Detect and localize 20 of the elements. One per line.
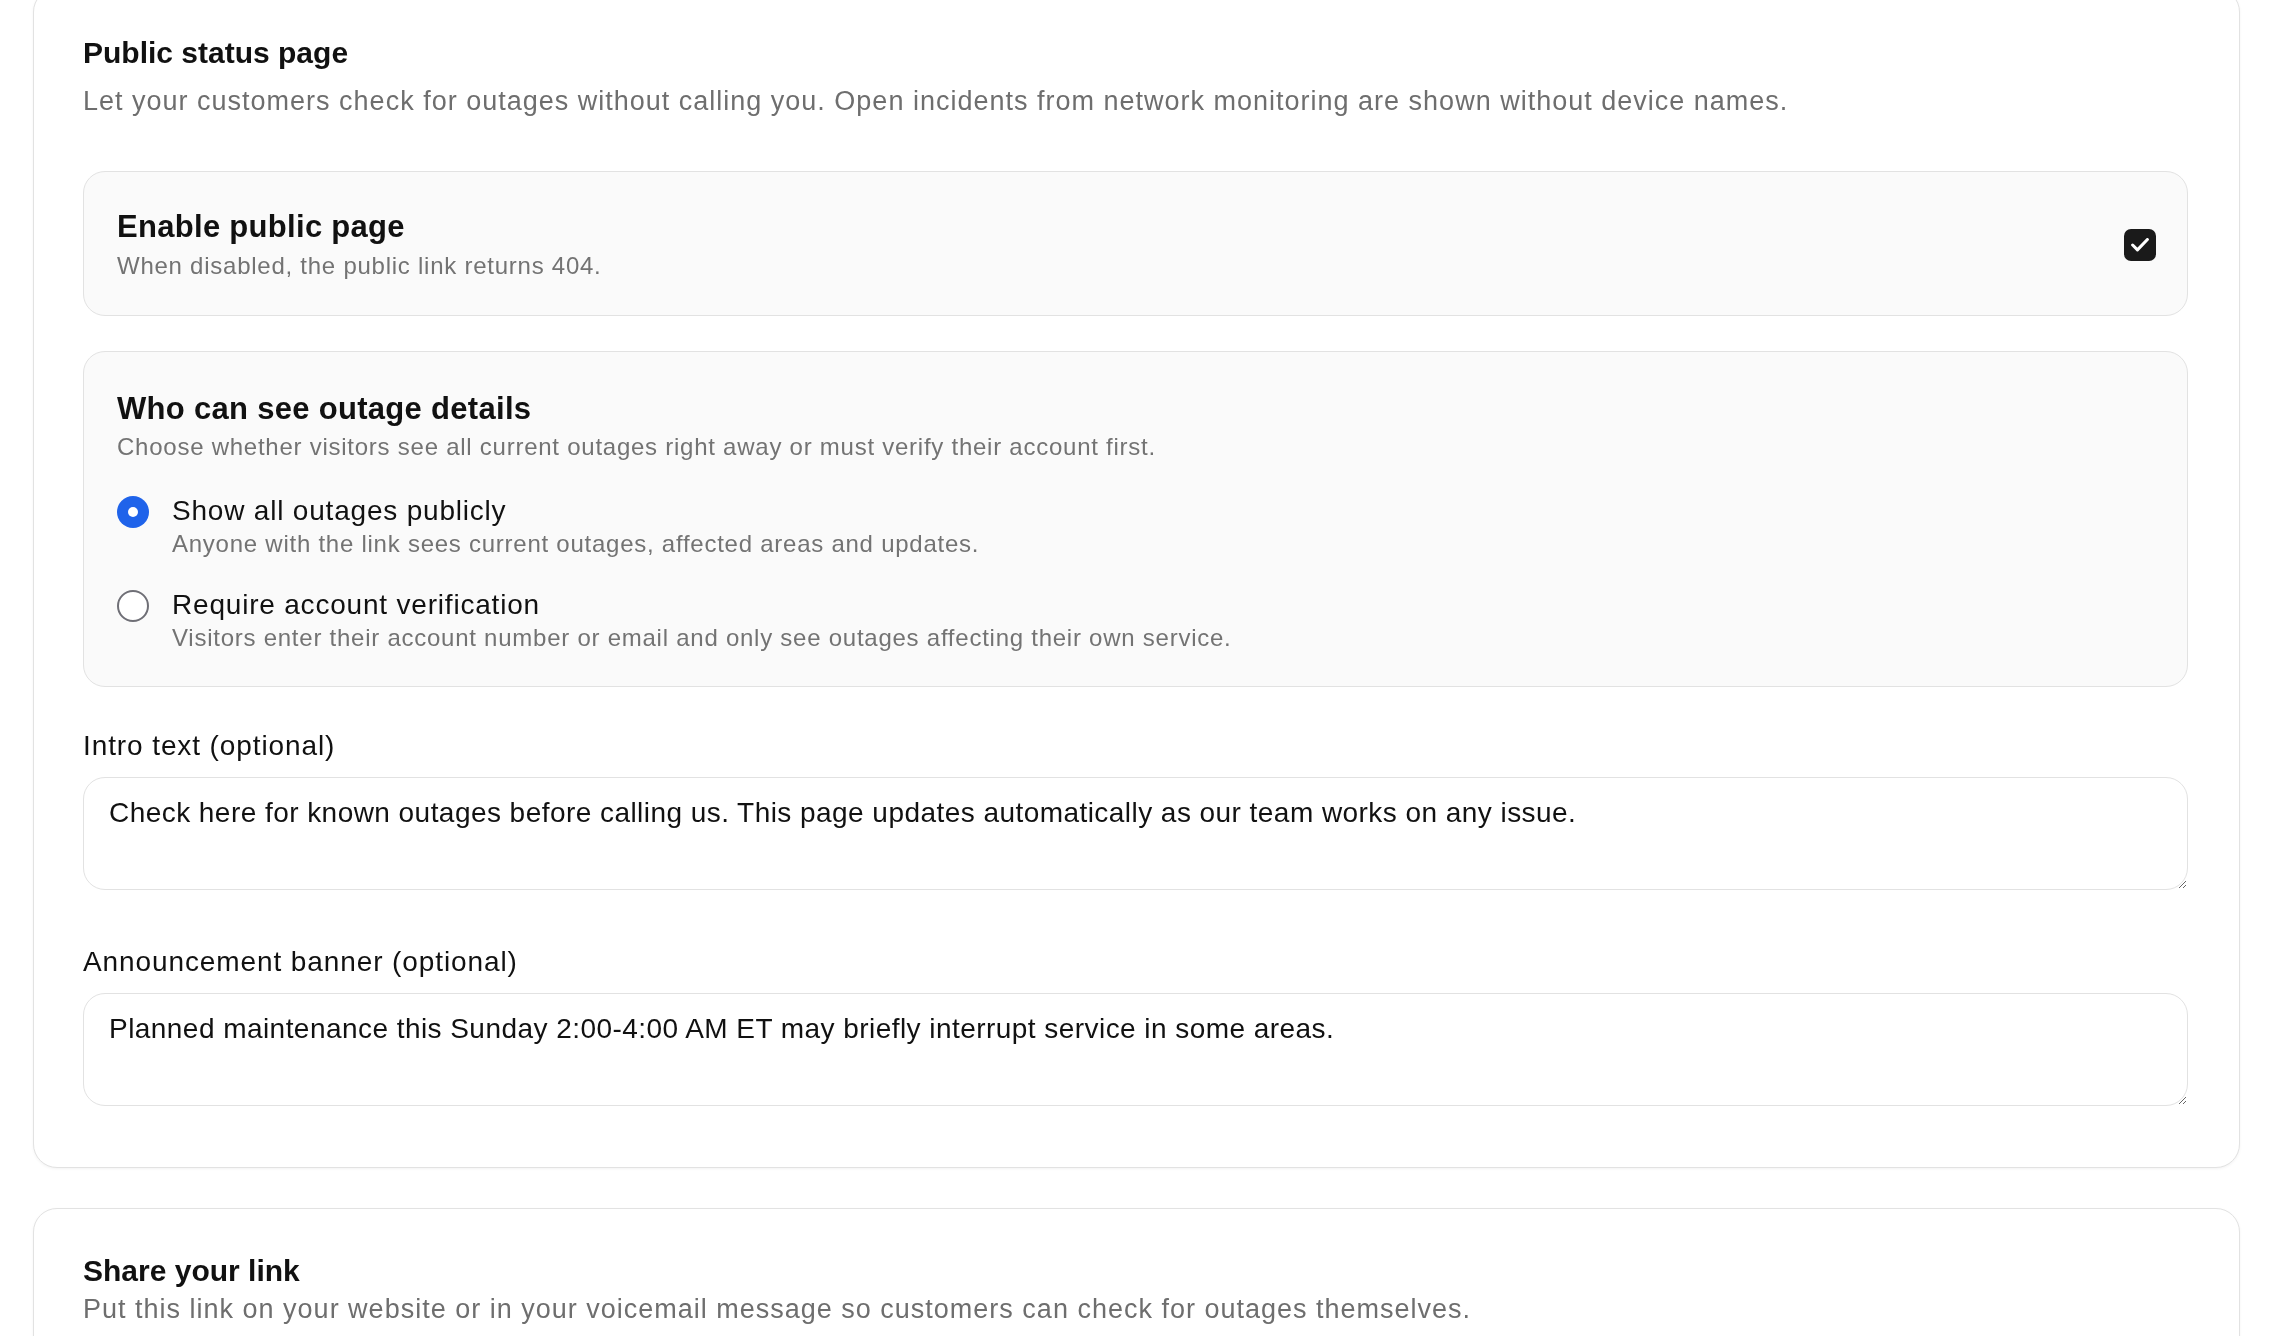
radio-button[interactable] [117,496,149,528]
text-field[interactable]: Check here for known outages before calling us. This page updates automatically as our team works on any issue. [83,777,2188,890]
radio-description: Visitors enter their account number or email and only see outages affecting their own service. [172,624,1232,652]
radio-button[interactable] [117,590,149,622]
section-title: Share your link [83,1254,301,1288]
field-label: Intro text (optional) [83,730,337,762]
section-title: Public status page [83,36,350,70]
option-title: Who can see outage details [117,391,533,427]
option-description: Choose whether visitors see all current outages right away or must verify their account first. [117,433,1157,461]
option-description: When disabled, the public link returns 404. [117,252,602,280]
section-description: Put this link on your website or in your voicemail message so customers can check for outages themselves. [83,1294,1473,1324]
checkmark-icon [2131,237,2149,252]
field-label: Announcement banner (optional) [83,946,519,978]
radio-label[interactable]: Require account verification [172,589,1232,621]
checkbox[interactable] [2124,228,2156,261]
text-field[interactable]: Planned maintenance this Sunday 2:00-4:00 AM ET may briefly interrupt service in some areas. [83,993,2188,1106]
radio-description: Anyone with the link sees current outages, affected areas and updates. [172,530,980,558]
radio-label[interactable]: Show all outages publicly [172,495,980,527]
option-title: Enable public page [117,209,406,245]
section-description: Let your customers check for outages without calling you. Open incidents from network monitoring are shown without device names. [83,85,1790,117]
